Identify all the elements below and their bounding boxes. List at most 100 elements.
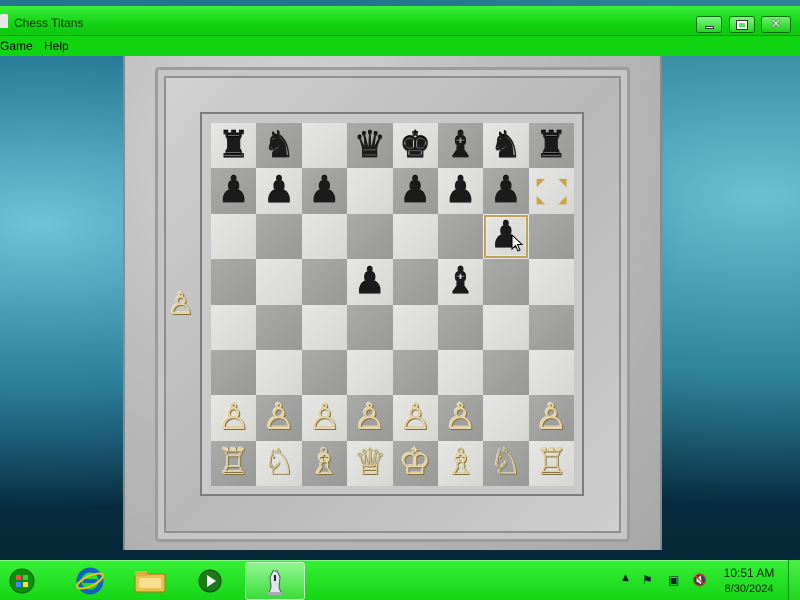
square-h7[interactable]: ◤ ◥ ◣ ◢ [528,168,574,214]
square-h3[interactable] [528,349,574,396]
square-b3[interactable] [256,349,302,396]
square-c8[interactable] [301,123,348,169]
square-b6[interactable] [256,213,302,260]
square-c6[interactable] [301,213,348,260]
white-piece-e2[interactable]: ♙ [399,399,431,436]
white-piece-f1[interactable]: ♗ [444,445,476,481]
square-f8[interactable]: ♝ [437,123,484,169]
start-button[interactable] [0,565,44,597]
tray-overflow-arrow-icon[interactable]: ▲ [622,573,629,583]
black-piece-c7[interactable]: ♟ [308,173,340,209]
square-f1[interactable]: ♗ [437,440,484,486]
square-b8[interactable]: ♞ [256,123,302,169]
square-e5[interactable] [392,259,438,305]
square-g2[interactable] [483,395,529,441]
square-e6[interactable] [392,213,438,260]
black-piece-f5[interactable]: ♝ [444,263,476,300]
white-piece-h2[interactable]: ♙ [535,399,567,436]
square-a5[interactable] [211,259,257,305]
square-c1[interactable]: ♗ [301,440,348,486]
square-f3[interactable] [437,349,484,396]
square-a2[interactable]: ♙ [211,395,257,441]
square-a1[interactable]: ♖ [211,440,257,486]
square-g1[interactable]: ♘ [483,440,529,486]
square-h2[interactable]: ♙ [528,395,574,441]
white-piece-b1[interactable]: ♘ [263,445,295,481]
white-piece-e1[interactable]: ♔ [399,445,431,481]
square-g7[interactable]: ♟ [483,168,529,214]
square-c7[interactable]: ♟ [301,168,348,214]
black-piece-a8[interactable]: ♜ [218,127,250,164]
square-a7[interactable]: ♟ [211,168,257,214]
menu-help[interactable]: Help [44,39,69,53]
white-piece-a2[interactable]: ♙ [218,399,250,436]
square-e7[interactable]: ♟ [392,168,438,214]
white-piece-c1[interactable]: ♗ [308,445,340,481]
square-d8[interactable]: ♛ [347,123,393,169]
black-piece-g7[interactable]: ♟ [490,173,522,209]
white-piece-d1[interactable]: ♕ [354,445,386,481]
square-d2[interactable]: ♙ [347,395,393,441]
square-g5[interactable] [483,259,529,305]
black-piece-d5[interactable]: ♟ [354,263,386,300]
square-c3[interactable] [301,349,348,396]
taskbar-media-player[interactable] [188,565,232,597]
square-a8[interactable]: ♜ [211,123,257,169]
clock-date[interactable]: 8/30/2024 [712,583,786,595]
square-b4[interactable] [256,304,302,350]
taskbar-chess-titans[interactable] [245,562,305,600]
show-desktop-button[interactable] [788,560,800,600]
white-piece-a1[interactable]: ♖ [218,445,250,481]
square-g8[interactable]: ♞ [483,123,529,169]
white-piece-g1[interactable]: ♘ [490,445,522,481]
square-h4[interactable] [528,304,574,350]
square-e1[interactable]: ♔ [392,440,438,486]
square-d3[interactable] [347,349,393,396]
black-piece-g8[interactable]: ♞ [490,127,522,164]
close-button[interactable]: ✕ [761,16,791,33]
square-e3[interactable] [392,349,438,396]
black-piece-e7[interactable]: ♟ [399,173,431,209]
square-c4[interactable] [301,304,348,350]
network-icon[interactable]: ▣ [668,573,679,587]
square-d4[interactable] [347,304,393,350]
taskbar-windows-explorer[interactable] [128,565,172,597]
black-piece-b8[interactable]: ♞ [263,127,295,164]
square-b7[interactable]: ♟ [256,168,302,214]
clock-time[interactable]: 10:51 AM [712,566,786,580]
square-f5[interactable]: ♝ [437,259,484,305]
white-piece-f2[interactable]: ♙ [444,399,476,436]
square-a4[interactable] [211,304,257,350]
square-d6[interactable] [347,213,393,260]
black-piece-b7[interactable]: ♟ [263,173,295,209]
square-f2[interactable]: ♙ [437,395,484,441]
window-titlebar[interactable]: Chess Titans ✕ [0,6,800,36]
square-b1[interactable]: ♘ [256,440,302,486]
square-d7[interactable] [347,168,393,214]
square-d5[interactable]: ♟ [347,259,393,305]
white-piece-b2[interactable]: ♙ [263,399,295,436]
square-d1[interactable]: ♕ [347,440,393,486]
square-c2[interactable]: ♙ [301,395,348,441]
volume-muted-icon[interactable]: 🔇 [692,573,707,587]
square-f7[interactable]: ♟ [437,168,484,214]
action-center-flag-icon[interactable]: ⚑ [642,573,653,587]
black-piece-a7[interactable]: ♟ [218,173,250,209]
square-b2[interactable]: ♙ [256,395,302,441]
square-g3[interactable] [483,349,529,396]
square-b5[interactable] [256,259,302,305]
square-g4[interactable] [483,304,529,350]
chess-board[interactable]: ♜ ♞ ♛ ♚ ♝ ♞ ♜ ♟ ♟ ♟ ♟ ♟ ♟ ◤ ◥ ◣ ◢ ♟ ♟ ♝ ♙ ♙ ♙ ♙ ♙ ♙ ♙ ♖ ♘ ♗ ♕ ♔ ♗ ♘ ♖ [211,123,574,486]
black-piece-d8[interactable]: ♛ [354,127,386,164]
black-piece-e8[interactable]: ♚ [399,127,431,164]
square-h5[interactable] [528,259,574,305]
maximize-button[interactable] [729,16,755,33]
white-piece-d2[interactable]: ♙ [354,399,386,436]
square-h6[interactable] [528,213,574,260]
taskbar-internet-explorer[interactable] [68,565,112,597]
black-piece-h8[interactable]: ♜ [535,127,567,164]
square-h1[interactable]: ♖ [528,440,574,486]
square-e2[interactable]: ♙ [392,395,438,441]
square-a3[interactable] [211,349,257,396]
square-c5[interactable] [301,259,348,305]
